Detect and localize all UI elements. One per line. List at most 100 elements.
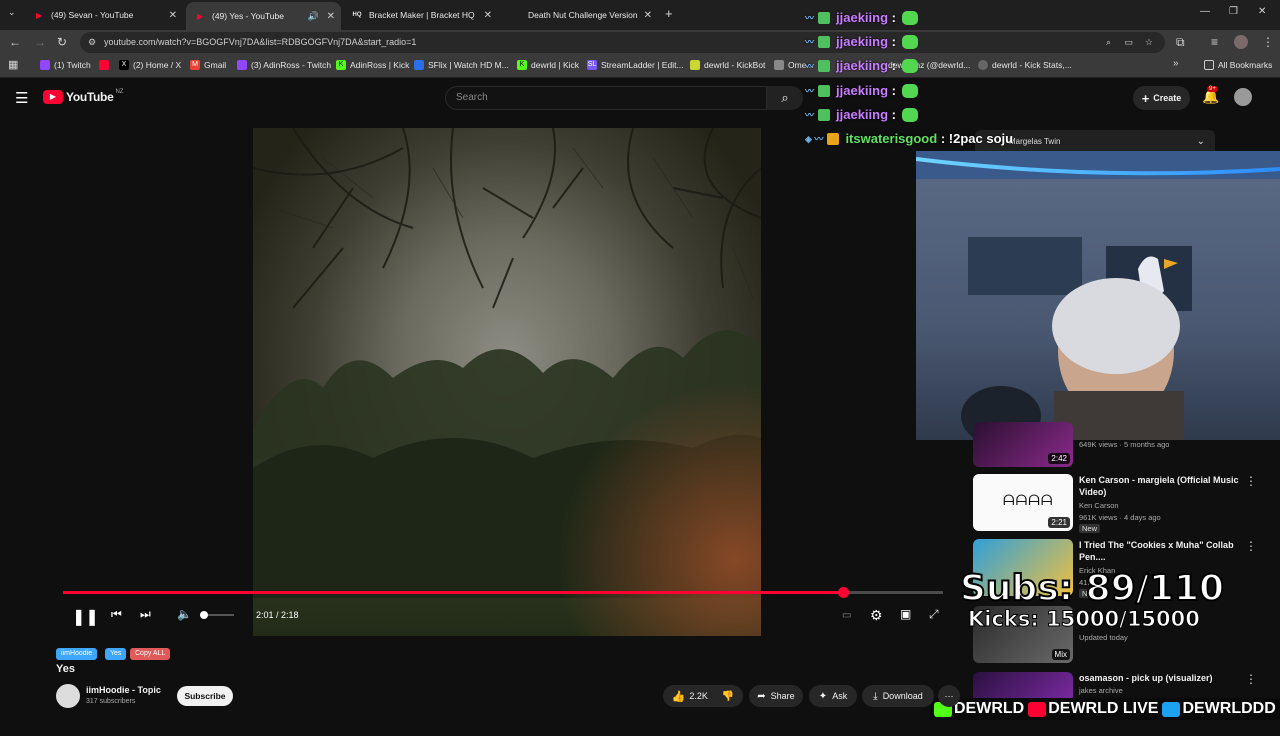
zoom-icon[interactable]: ⌕ [1106, 32, 1111, 53]
bookmark-item[interactable]: SFlix | Watch HD M... [414, 60, 509, 70]
menu-dots-icon[interactable]: ⋮ [1262, 35, 1274, 49]
chat-username: jjaekiing [836, 10, 889, 25]
video-meta: Updated today [1079, 633, 1128, 642]
more-actions-button[interactable]: ⋯ [938, 685, 960, 707]
plus-icon: + [1141, 90, 1150, 106]
share-button[interactable]: ➦ Share [749, 685, 803, 707]
bookmark-item[interactable]: dewrld - KickBot [690, 60, 765, 70]
progress-fill [63, 591, 843, 594]
subscriber-badge-icon [818, 11, 831, 24]
new-tab-icon[interactable]: + [665, 6, 673, 21]
back-icon[interactable]: ← [9, 35, 21, 49]
progress-bar[interactable] [63, 587, 943, 598]
tab-yes[interactable]: ▶ (49) Yes - YouTube 🔊 ✕ [186, 2, 341, 30]
url-field[interactable]: ⚙ youtube.com/watch?v=BGOGFVnj7DA&list=R… [80, 32, 1165, 53]
extensions-icon[interactable]: ⧉ [1176, 35, 1185, 50]
account-avatar[interactable] [1234, 88, 1252, 106]
bookmark-star-icon[interactable]: ☆ [1145, 32, 1153, 53]
bookmark-item[interactable] [99, 60, 113, 70]
apps-grid-icon[interactable]: ▦ [8, 58, 18, 71]
volume-icon[interactable]: 🔈 [177, 607, 192, 621]
video-thumbnail[interactable]: ᗩᗩᗩᗩ 2:21 [973, 474, 1073, 531]
captions-icon[interactable]: ▭ [842, 610, 851, 621]
more-options-icon[interactable]: ⋮ [1245, 474, 1257, 488]
bookmark-item[interactable]: K AdinRoss | Kick [336, 60, 409, 70]
restore-icon[interactable]: ❐ [1229, 6, 1238, 17]
miniplayer-icon[interactable]: ▣ [900, 607, 911, 621]
bracket-hq-favicon-icon: HQ [352, 12, 362, 18]
search-placeholder: Search [456, 92, 488, 103]
volume-knob[interactable] [200, 611, 208, 619]
hamburger-menu-icon[interactable]: ☰ [15, 89, 28, 107]
reload-icon[interactable]: ↻ [57, 35, 67, 49]
bookmark-item[interactable]: Kdewrld | Kick [517, 60, 579, 70]
close-icon[interactable]: ✕ [327, 11, 335, 22]
copy-all-button[interactable]: Copy ALL [130, 648, 171, 660]
close-icon[interactable]: ✕ [484, 10, 492, 21]
subscribe-button[interactable]: Subscribe [177, 686, 233, 706]
channel-name[interactable]: jakes archive [1079, 686, 1123, 695]
badge-icon: ◈ 〰 [805, 134, 824, 144]
profile-avatar[interactable] [1234, 35, 1248, 49]
all-bookmarks[interactable]: All Bookmarks [1204, 60, 1272, 70]
minimize-icon[interactable]: — [1200, 6, 1210, 17]
emote-icon [902, 107, 919, 122]
bookmark-item[interactable]: (3) AdinRoss - Twitch [237, 60, 331, 70]
recommendation-item[interactable]: ᗩᗩᗩᗩ 2:21 Ken Carson - margiela (Officia… [973, 474, 1273, 538]
pause-button[interactable]: ❚❚ [72, 607, 99, 627]
ask-button[interactable]: ✦ Ask [809, 685, 857, 707]
video-meta: 961K views · 4 days ago [1079, 513, 1161, 522]
close-icon[interactable]: ✕ [169, 10, 177, 21]
video-title[interactable]: osamason - pick up (visualizer) [1079, 672, 1259, 684]
download-button[interactable]: ⤓ Download [862, 685, 934, 707]
more-options-icon[interactable]: ⋮ [1245, 539, 1257, 553]
tab-sevan[interactable]: ▶ (49) Sevan - YouTube ✕ [25, 4, 183, 26]
chat-message: 〰 jjaekiing : [805, 10, 919, 25]
download-label: Download [882, 691, 923, 701]
channel-name[interactable]: Ken Carson [1079, 501, 1119, 510]
next-button[interactable]: ⏭ [140, 607, 151, 622]
video-thumbnail[interactable]: 2:42 [973, 422, 1073, 467]
bookmark-item[interactable]: X (2) Home / X [119, 60, 181, 70]
hashtag-chip[interactable]: iimHoodie [56, 648, 98, 660]
time-display: 2:01 / 2:18 [256, 610, 299, 620]
more-options-icon[interactable]: ⋮ [1245, 672, 1257, 686]
fullscreen-icon[interactable]: ⤢ [929, 607, 939, 622]
progress-scrubber[interactable] [837, 587, 849, 598]
settings-gear-icon[interactable]: ⚙ [870, 607, 883, 624]
volume-slider[interactable] [200, 611, 234, 619]
like-icon[interactable]: 👍 [672, 690, 686, 703]
hashtag-chip[interactable]: Yes [105, 648, 127, 660]
kick-stats-icon [978, 60, 988, 70]
search-button[interactable]: ⌕ [767, 86, 803, 110]
window-close-icon[interactable]: ✕ [1258, 6, 1266, 17]
channel-avatar[interactable] [56, 684, 80, 708]
media-icon[interactable]: ≡ [1211, 35, 1218, 49]
tab-death-nut[interactable]: Death Nut Challenge Version 2... ✕ [502, 4, 658, 26]
cast-icon[interactable]: ▭ [1124, 32, 1133, 53]
bookmark-label: (1) Twitch [54, 60, 91, 70]
youtube-logo[interactable]: ▶ YouTube NZ [43, 89, 123, 104]
tab-bracket-hq[interactable]: HQ Bracket Maker | Bracket HQ ✕ [343, 4, 498, 26]
video-player[interactable] [253, 128, 761, 636]
previous-button[interactable]: ⏮ [111, 607, 122, 622]
dislike-icon[interactable]: 👎 [722, 691, 734, 702]
bookmarks-overflow-icon[interactable]: » [1173, 58, 1179, 69]
create-button[interactable]: + Create [1133, 86, 1190, 110]
bookmark-label: StreamLadder | Edit... [601, 60, 684, 70]
tab-search-chevron-icon[interactable]: ⌄ [8, 7, 16, 18]
site-info-icon[interactable]: ⚙ [88, 32, 96, 53]
close-icon[interactable]: ✕ [644, 10, 652, 21]
search-input[interactable]: Search [445, 86, 767, 110]
recommendation-item[interactable]: 2:42 649K views · 5 months ago [973, 422, 1273, 472]
video-title[interactable]: Ken Carson - margiela (Official Music Vi… [1079, 474, 1259, 498]
speaker-icon[interactable]: 🔊 [308, 11, 319, 22]
bookmark-item[interactable]: dewrld - Kick Stats,... [978, 60, 1072, 70]
bookmark-item[interactable]: M Gmail [190, 60, 226, 70]
bookmark-item[interactable]: SL StreamLadder | Edit... [587, 60, 684, 70]
bookmark-item[interactable]: (1) Twitch [40, 60, 91, 70]
forward-icon[interactable]: → [34, 35, 46, 49]
video-title[interactable]: I Tried The "Cookies x Muha" Collab Pen.… [1079, 539, 1259, 563]
channel-name[interactable]: iimHoodie - Topic [86, 685, 161, 695]
badge-icon: 〰 [805, 61, 815, 71]
